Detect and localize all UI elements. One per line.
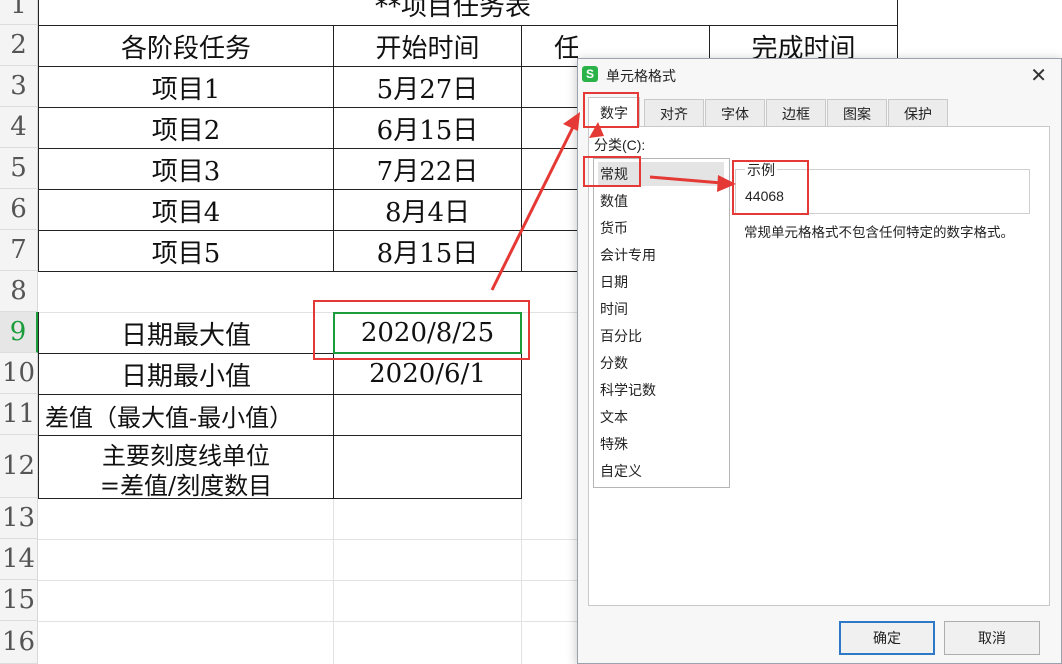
arrowhead-icon [589,122,604,138]
arrowhead-icon [717,175,736,192]
annotation-arrows [490,112,736,291]
arrow-to-number-tab [490,124,576,291]
arrow-to-sample [649,175,723,185]
